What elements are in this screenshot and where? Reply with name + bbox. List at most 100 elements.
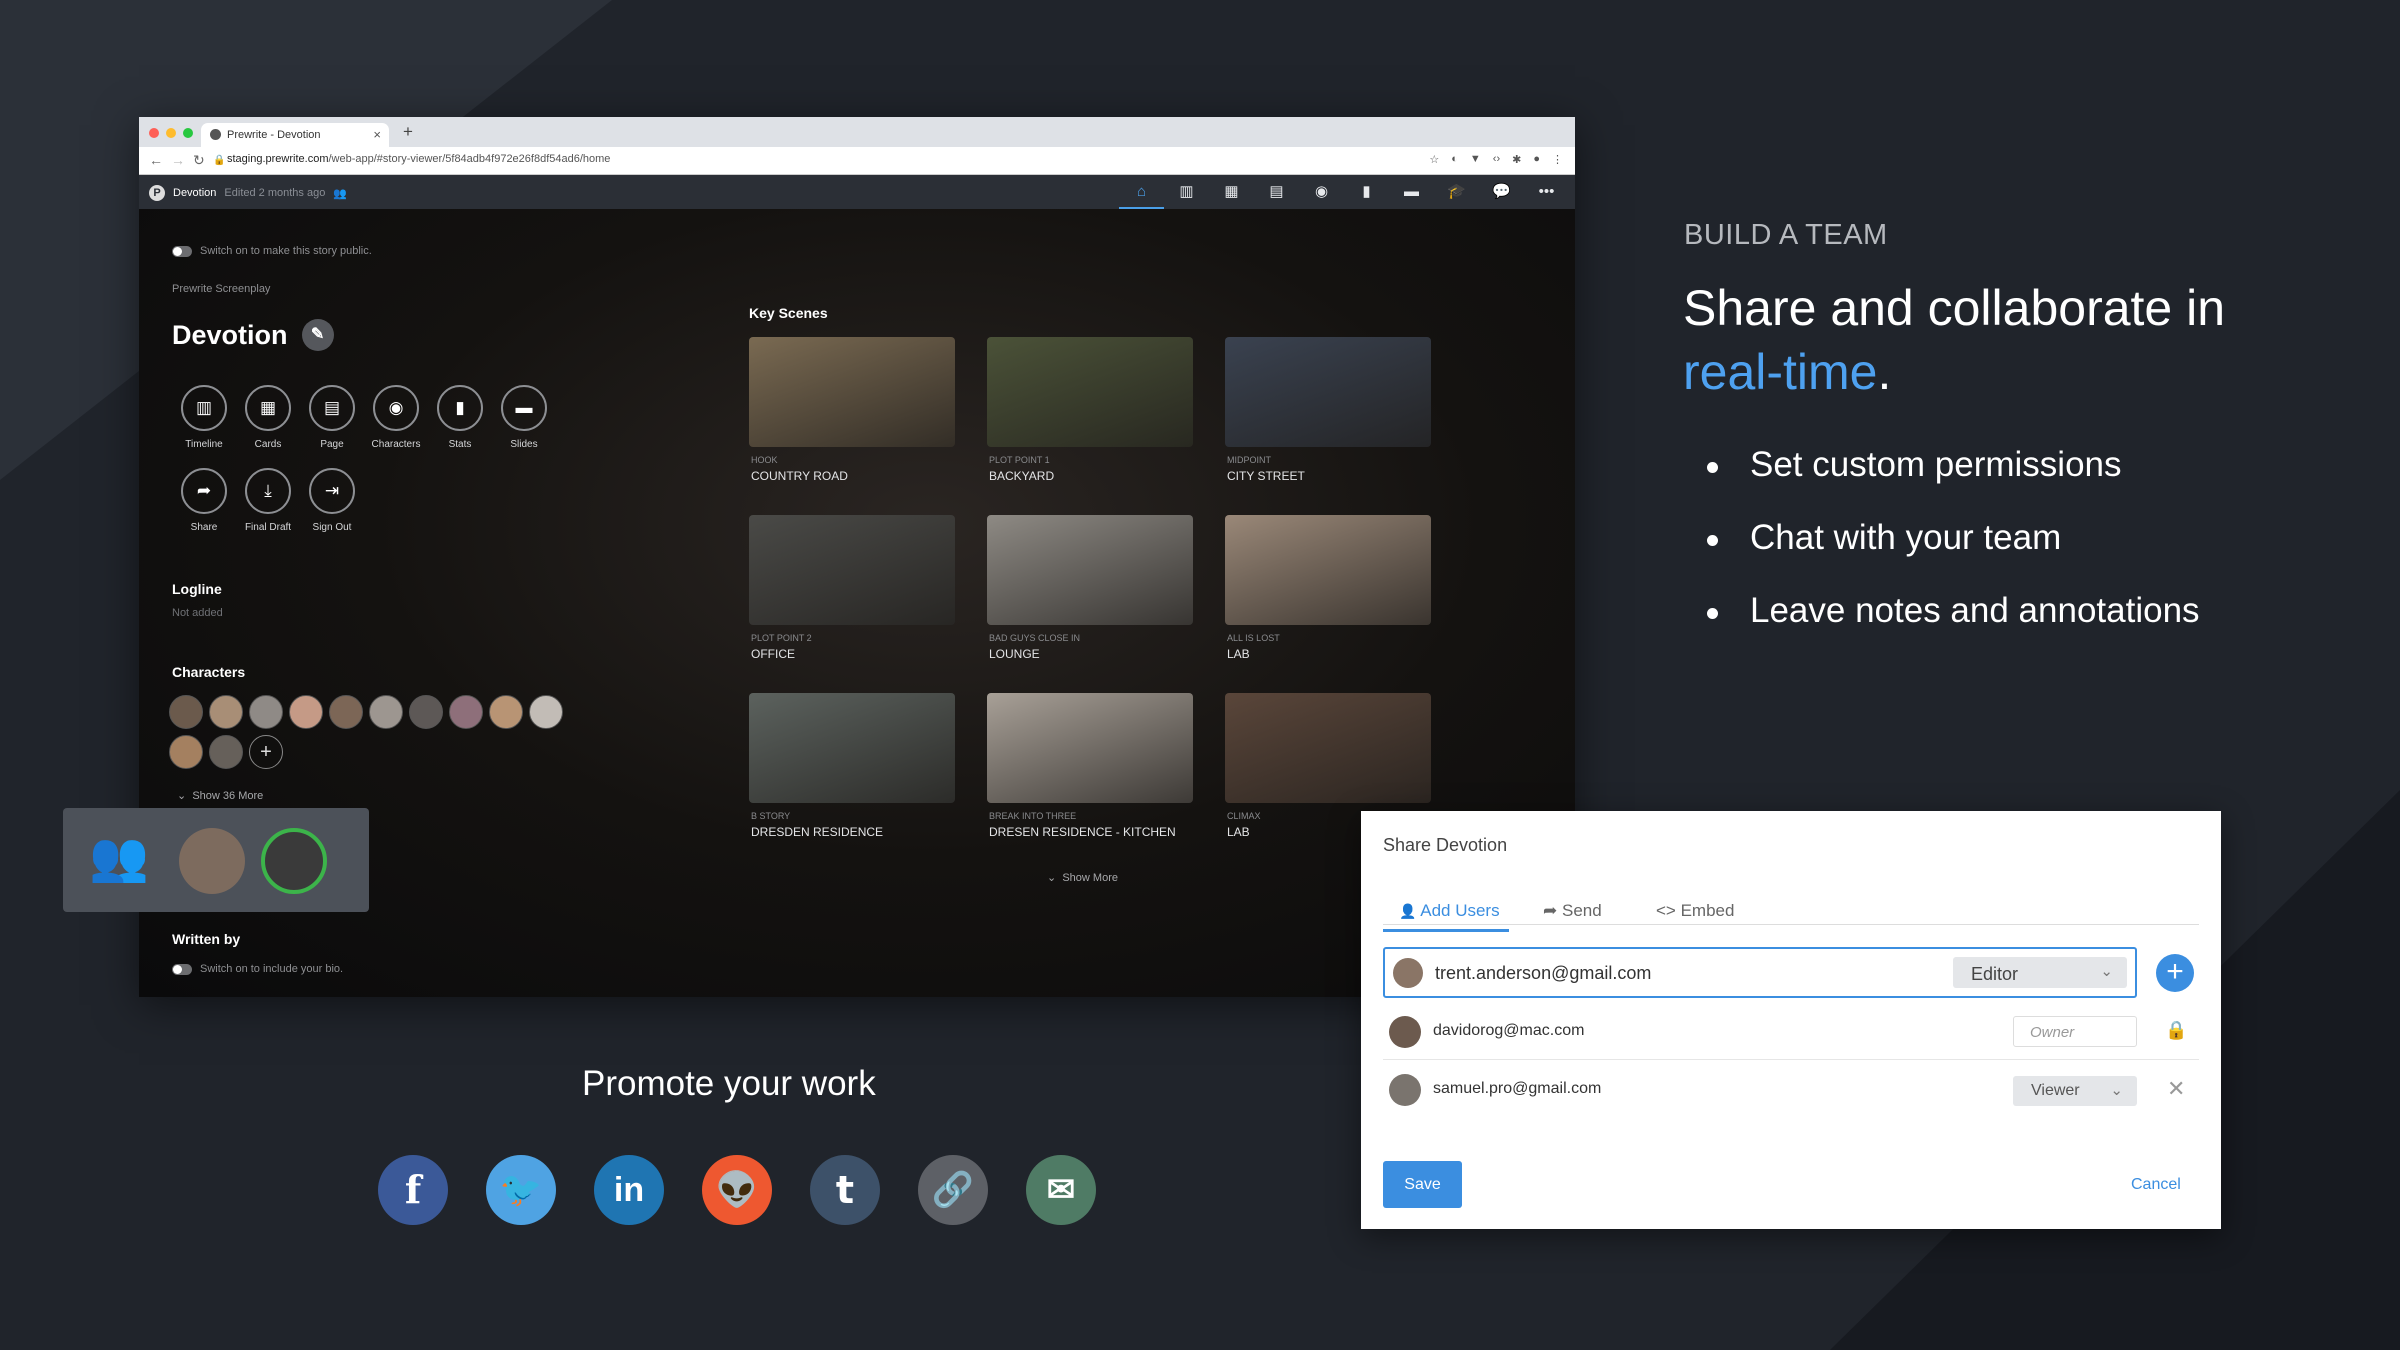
character-avatar[interactable] (449, 695, 483, 729)
scene-card[interactable]: MIDPOINT CITY STREET (1225, 337, 1431, 483)
bio-toggle[interactable] (172, 963, 192, 975)
reddit-icon[interactable]: 👽 (702, 1155, 772, 1225)
tool-label: Timeline (185, 439, 223, 450)
character-avatar[interactable] (169, 735, 203, 769)
share-arrow-icon: ➦ (181, 468, 227, 514)
character-avatar[interactable] (249, 695, 283, 729)
tab-embed[interactable]: <> Embed (1656, 901, 1734, 921)
logline-value: Not added (172, 607, 223, 619)
edit-pencil-icon[interactable]: ✎ (301, 319, 334, 351)
scene-card[interactable]: B STORY DRESDEN RESIDENCE (749, 693, 955, 839)
url-path: /web-app/#story-viewer/5f84adb4f972e26f8… (328, 153, 611, 165)
code-icon[interactable]: ‹› (1493, 153, 1500, 166)
scene-name: COUNTRY ROAD (751, 469, 848, 483)
menu-icon[interactable]: ⋮ (1552, 153, 1563, 166)
scene-card[interactable]: BAD GUYS CLOSE IN LOUNGE (987, 515, 1193, 661)
show-more-scenes[interactable]: ⌄ Show More (1047, 871, 1118, 884)
character-avatar[interactable] (329, 695, 363, 729)
browser-tab[interactable]: Prewrite - Devotion × (201, 123, 389, 147)
twitter-icon[interactable]: 🐦 (486, 1155, 556, 1225)
cancel-button[interactable]: Cancel (2131, 1176, 2181, 1194)
tab-add-users[interactable]: 👤 Add Users (1383, 901, 1510, 932)
cards-icon[interactable]: ▦ (1209, 175, 1254, 209)
link-icon[interactable]: 🔗 (918, 1155, 988, 1225)
new-tab-icon[interactable]: + (403, 122, 413, 142)
tool-sign-out[interactable]: ⇥ Sign Out (300, 468, 364, 533)
reload-icon[interactable]: ↻ (193, 152, 205, 169)
facebook-icon[interactable]: f (378, 1155, 448, 1225)
characters-icon[interactable]: ◉ (1299, 175, 1344, 209)
tool-share[interactable]: ➦ Share (172, 468, 236, 533)
learn-icon[interactable]: 🎓 (1434, 175, 1479, 209)
scene-card[interactable]: HOOK COUNTRY ROAD (749, 337, 955, 483)
filter-icon[interactable]: ▼ (1470, 153, 1481, 166)
home-icon[interactable]: ⌂ (1119, 175, 1164, 209)
forward-icon[interactable]: → (171, 152, 185, 168)
screenplay-label: Prewrite Screenplay (172, 283, 271, 295)
character-avatar[interactable] (369, 695, 403, 729)
feature-item: Leave notes and annotations (1707, 591, 2200, 631)
remove-user-icon[interactable]: ✕ (2167, 1076, 2185, 1102)
character-avatar[interactable] (489, 695, 523, 729)
written-by-heading: Written by (172, 931, 241, 947)
add-character-button[interactable]: + (249, 735, 283, 769)
tool-slides[interactable]: ▬ Slides (492, 385, 556, 450)
tab-embed-label: Embed (1680, 901, 1735, 920)
character-avatar[interactable] (209, 695, 243, 729)
extension-icon[interactable]: ◐ (1451, 153, 1458, 166)
chat-icon[interactable]: 💬 (1479, 175, 1524, 209)
scene-card[interactable]: BREAK INTO THREE DRESEN RESIDENCE - KITCH… (987, 693, 1193, 839)
tool-cards[interactable]: ▦ Cards (236, 385, 300, 450)
puzzle-icon[interactable]: ✱ (1512, 153, 1521, 166)
scene-name: LAB (1227, 647, 1250, 661)
prewrite-logo-icon[interactable]: P (149, 185, 165, 201)
minimize-window-icon[interactable] (166, 128, 176, 138)
email-icon[interactable]: ✉ (1026, 1155, 1096, 1225)
page-icon[interactable]: ▤ (1254, 175, 1299, 209)
scene-card[interactable]: ALL IS LOST LAB (1225, 515, 1431, 661)
character-avatar[interactable] (409, 695, 443, 729)
maximize-window-icon[interactable] (183, 128, 193, 138)
collaborator-avatar[interactable] (179, 828, 245, 894)
tab-send[interactable]: ➦ Send (1543, 901, 1602, 921)
viewer-role-select[interactable]: Viewer ⌄ (2013, 1076, 2137, 1106)
chevron-down-icon: ⌄ (2110, 1082, 2123, 1099)
tool-timeline[interactable]: ▥ Timeline (172, 385, 236, 450)
collaborators-icon[interactable]: 👥 (333, 187, 347, 200)
tumblr-icon[interactable]: t (810, 1155, 880, 1225)
public-toggle[interactable] (172, 245, 192, 257)
collaborator-avatar-active[interactable] (261, 828, 327, 894)
profile-icon[interactable]: ● (1533, 153, 1540, 166)
role-select[interactable]: Editor ⌄ (1953, 957, 2127, 988)
url-host: staging.prewrite.com (227, 153, 329, 165)
share-dialog: Share Devotion 👤 Add Users ➦ Send <> Emb… (1361, 811, 2221, 1229)
email-input-value: trent.anderson@gmail.com (1435, 963, 1652, 983)
slides-icon[interactable]: ▬ (1389, 175, 1434, 209)
show-more-characters[interactable]: ⌄ Show 36 More (177, 789, 263, 802)
character-avatar[interactable] (209, 735, 243, 769)
scene-card[interactable]: PLOT POINT 1 BACKYARD (987, 337, 1193, 483)
save-button[interactable]: Save (1383, 1161, 1462, 1208)
bookmark-star-icon[interactable]: ☆ (1429, 153, 1439, 166)
character-avatar[interactable] (529, 695, 563, 729)
timeline-icon[interactable]: ▥ (1164, 175, 1209, 209)
close-window-icon[interactable] (149, 128, 159, 138)
tool-page[interactable]: ▤ Page (300, 385, 364, 450)
bio-toggle-label: Switch on to include your bio. (200, 963, 344, 975)
close-tab-icon[interactable]: × (373, 127, 381, 142)
add-user-input[interactable]: trent.anderson@gmail.com Editor ⌄ (1383, 947, 2137, 998)
character-avatar[interactable] (169, 695, 203, 729)
tool-characters[interactable]: ◉ Characters (364, 385, 428, 450)
tool-final-draft[interactable]: ⤓ Final Draft (236, 468, 300, 533)
linkedin-icon[interactable]: in (594, 1155, 664, 1225)
back-icon[interactable]: ← (149, 152, 163, 168)
window-controls[interactable] (149, 128, 193, 138)
scene-card[interactable]: PLOT POINT 2 OFFICE (749, 515, 955, 661)
url-field[interactable]: staging.prewrite.com/web-app/#story-view… (227, 153, 610, 165)
character-avatar[interactable] (289, 695, 323, 729)
more-icon[interactable]: ••• (1524, 175, 1569, 209)
scene-card[interactable]: CLIMAX LAB (1225, 693, 1431, 839)
add-user-button[interactable]: + (2156, 954, 2194, 992)
stats-icon[interactable]: ▮ (1344, 175, 1389, 209)
tool-stats[interactable]: ▮ Stats (428, 385, 492, 450)
